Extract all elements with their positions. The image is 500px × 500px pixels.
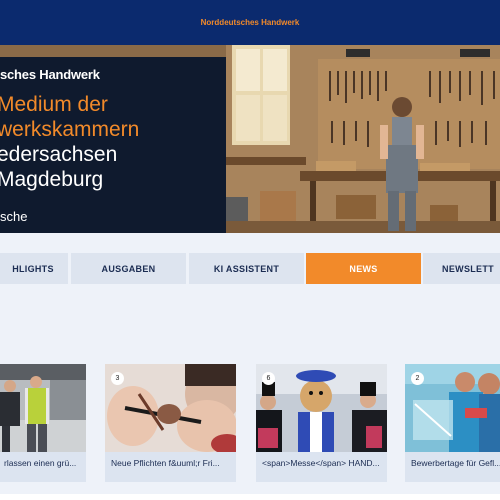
hero-text-panel: sches Handwerk Medium der werkskammern e… (0, 57, 226, 233)
news-card[interactable]: rlassen einen grü... (0, 364, 86, 482)
site-header: Norddeutsches Handwerk (0, 0, 500, 45)
site-title[interactable]: Norddeutsches Handwerk (201, 18, 300, 27)
nav-item-ki-assistent[interactable]: KI ASSISTENT (189, 253, 304, 284)
hero-headline-line: Magdeburg (0, 168, 104, 191)
news-card[interactable]: 3 Neue Pflichten f&uuml;r Fri... (105, 364, 236, 482)
news-card[interactable]: 6 <span>Messe</span> HAND... (256, 364, 387, 482)
hero-banner: sches Handwerk Medium der werkskammern e… (0, 45, 500, 233)
nav-item-newsletter[interactable]: NEWSLETT (423, 253, 500, 284)
news-card-image (256, 364, 387, 452)
news-card-image (105, 364, 236, 452)
news-card-title: Bewerbertage für Gefl... (411, 458, 500, 468)
hero-headline-line: edersachsen (0, 143, 118, 166)
news-card-title: rlassen einen grü... (4, 458, 77, 468)
news-card[interactable]: 2 Bewerbertage für Gefl... (405, 364, 500, 482)
nav-item-news[interactable]: NEWS (306, 253, 421, 284)
main-nav: HLIGHTS AUSGABEN KI ASSISTENT NEWS NEWSL… (0, 253, 500, 284)
hero-tagline: sche (0, 209, 28, 224)
nav-item-ausgaben[interactable]: AUSGABEN (71, 253, 186, 284)
footer-strip (0, 494, 500, 500)
hero-headline-line: werkskammern (0, 118, 140, 141)
news-card-title: Neue Pflichten f&uuml;r Fri... (111, 458, 220, 468)
hero-headline-line: Medium der (0, 93, 108, 116)
news-card-badge: 6 (262, 372, 275, 385)
news-card-title: <span>Messe</span> HAND... (262, 458, 380, 468)
nav-item-highlights[interactable]: HLIGHTS (0, 253, 68, 284)
news-card-image (0, 364, 86, 452)
hero-brand: sches Handwerk (0, 67, 100, 82)
news-card-badge: 2 (411, 372, 424, 385)
news-card-badge: 3 (111, 372, 124, 385)
